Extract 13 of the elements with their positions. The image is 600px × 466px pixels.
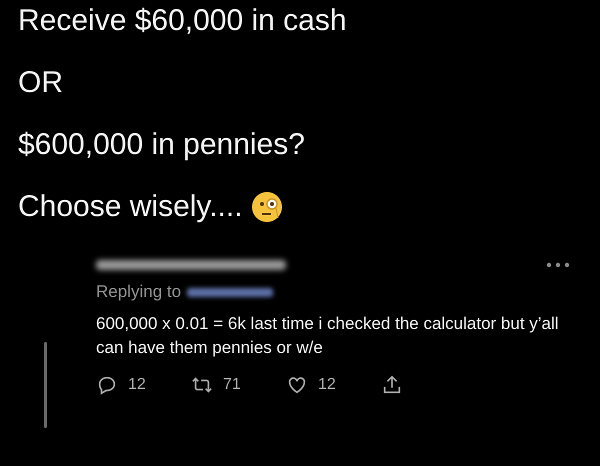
replying-to-label: Replying to (96, 282, 182, 302)
share-icon[interactable] (381, 374, 403, 396)
action-count: 12 (318, 376, 336, 394)
tweet-text: Choose wisely.... (18, 190, 243, 224)
tweet-text: Receive $60,000 in cash (18, 4, 347, 38)
reply-icon[interactable] (96, 374, 118, 396)
monocle-face-icon (250, 191, 283, 223)
tweet-text: $600,000 in pennies? (18, 128, 305, 162)
reply-text: 600,000 x 0.01 = 6k last time i checked the calculator but y’all can have them pennies or w/e (96, 313, 560, 359)
action-count: 71 (223, 376, 241, 394)
tweet-text: OR (18, 66, 63, 100)
more-icon[interactable] (546, 262, 570, 268)
action-count: 12 (128, 376, 146, 394)
